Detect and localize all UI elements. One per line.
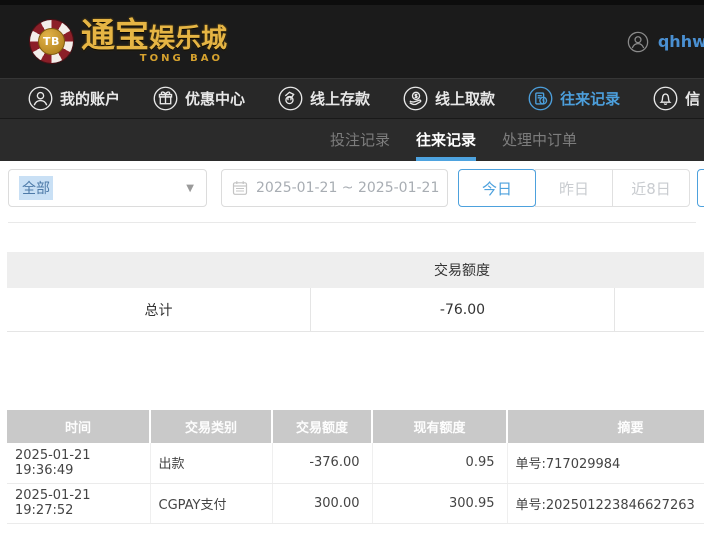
col-header-type: 交易类别 [150,410,273,443]
gift-icon [153,86,178,111]
user-avatar-icon [627,31,649,52]
cell-time: 2025-01-21 19:36:49 [7,443,151,484]
logo-title-rest: 娱乐城 [149,24,228,54]
filter-bar: 全部 ▼ 2025-01-21 ~ 2025-01-21 今日 昨日 近8日 [8,169,704,207]
type-select[interactable]: 全部 ▼ [8,169,207,207]
logo-text: 通宝娱乐城 TONG BAO [81,19,227,64]
summary-header-amount: 交易额度 [434,263,490,279]
poker-chip-icon: TB [30,20,73,63]
nav-label: 线上存款 [310,90,371,108]
summary-table: 交易额度 总计 -76.00 [7,252,704,332]
cell-type: 出款 [150,443,273,484]
username: qhhw2 [657,32,704,51]
summary-total-spacer [614,288,704,331]
cell-amount: 300.00 [272,483,373,524]
user-icon [28,86,53,111]
nav-item-promotions[interactable]: 优惠中心 [153,86,245,111]
chip-monogram: TB [38,28,65,55]
nav-item-messages[interactable]: 信 [653,86,700,111]
summary-total-amount: -76.00 [310,288,614,331]
logo-title-main: 通宝 [81,16,149,56]
nav-label: 信 [685,90,701,108]
app-window: TB 通宝娱乐城 TONG BAO qhhw2 我的账户 优惠中心 [0,0,704,533]
tab-transaction-records[interactable]: 往来记录 [416,119,477,161]
logo-subtitle: TONG BAO [139,53,224,64]
cell-summary: 单号:717029984 [507,443,704,484]
col-header-amount: 交易额度 [272,410,373,443]
nav-label: 我的账户 [60,90,121,108]
nav-item-my-account[interactable]: 我的账户 [28,86,120,111]
cell-summary: 单号:202501223846627263 [507,483,704,524]
calendar-icon [232,181,248,195]
tab-processing-orders[interactable]: 处理中订单 [502,119,577,161]
col-header-summary: 摘要 [507,410,704,443]
cell-time: 2025-01-21 19:27:52 [7,483,151,524]
nav-label: 线上取款 [435,90,496,108]
records-header-row: 时间 交易类别 交易额度 现有额度 摘要 [7,410,704,443]
last-8-days-button[interactable]: 近8日 [612,169,690,207]
logo-title: 通宝娱乐城 [81,19,227,53]
brand-header: TB 通宝娱乐城 TONG BAO qhhw2 [0,5,704,78]
date-range-input[interactable]: 2025-01-21 ~ 2025-01-21 [221,169,448,207]
quick-range-buttons: 今日 昨日 近8日 [458,169,690,207]
cell-balance: 0.95 [372,443,508,484]
summary-total-row: 总计 -76.00 [7,288,704,332]
user-account[interactable]: qhhw2 [627,5,704,78]
nav-item-withdraw[interactable]: 线上取款 [403,86,495,111]
today-button[interactable]: 今日 [458,169,536,207]
cell-amount: -376.00 [272,443,373,484]
nav-item-deposit[interactable]: 线上存款 [278,86,370,111]
site-logo[interactable]: TB 通宝娱乐城 TONG BAO [30,19,227,64]
main-navigation: 我的账户 优惠中心 线上存款 线上取款 往来记录 信 [0,78,704,118]
col-header-time: 时间 [7,410,151,443]
nav-label: 优惠中心 [185,90,246,108]
type-select-value: 全部 [19,176,53,200]
summary-total-label: 总计 [144,302,173,319]
col-header-balance: 现有额度 [372,410,508,443]
table-row: 2025-01-21 19:36:49 出款 -376.00 0.95 单号:7… [7,443,704,484]
table-row: 2025-01-21 19:27:52 CGPAY支付 300.00 300.9… [7,483,704,524]
records-icon [528,86,553,111]
section-divider [8,222,696,223]
nav-label: 往来记录 [560,90,621,108]
cell-type: CGPAY支付 [150,483,273,524]
chevron-down-icon: ▼ [186,182,194,194]
yesterday-button[interactable]: 昨日 [535,169,613,207]
clipped-range-button[interactable] [697,169,704,207]
withdraw-icon [403,86,428,111]
cell-balance: 300.95 [372,483,508,524]
date-range-value: 2025-01-21 ~ 2025-01-21 [256,180,440,196]
bell-icon [653,86,678,111]
deposit-icon [278,86,303,111]
nav-item-transactions[interactable]: 往来记录 [528,86,620,111]
records-table: 时间 交易类别 交易额度 现有额度 摘要 2025-01-21 19:36:49… [7,410,704,524]
tab-betting-records[interactable]: 投注记录 [330,119,390,161]
summary-header-row: 交易额度 [7,252,704,288]
sub-navigation: 投注记录 往来记录 处理中订单 [0,118,704,161]
